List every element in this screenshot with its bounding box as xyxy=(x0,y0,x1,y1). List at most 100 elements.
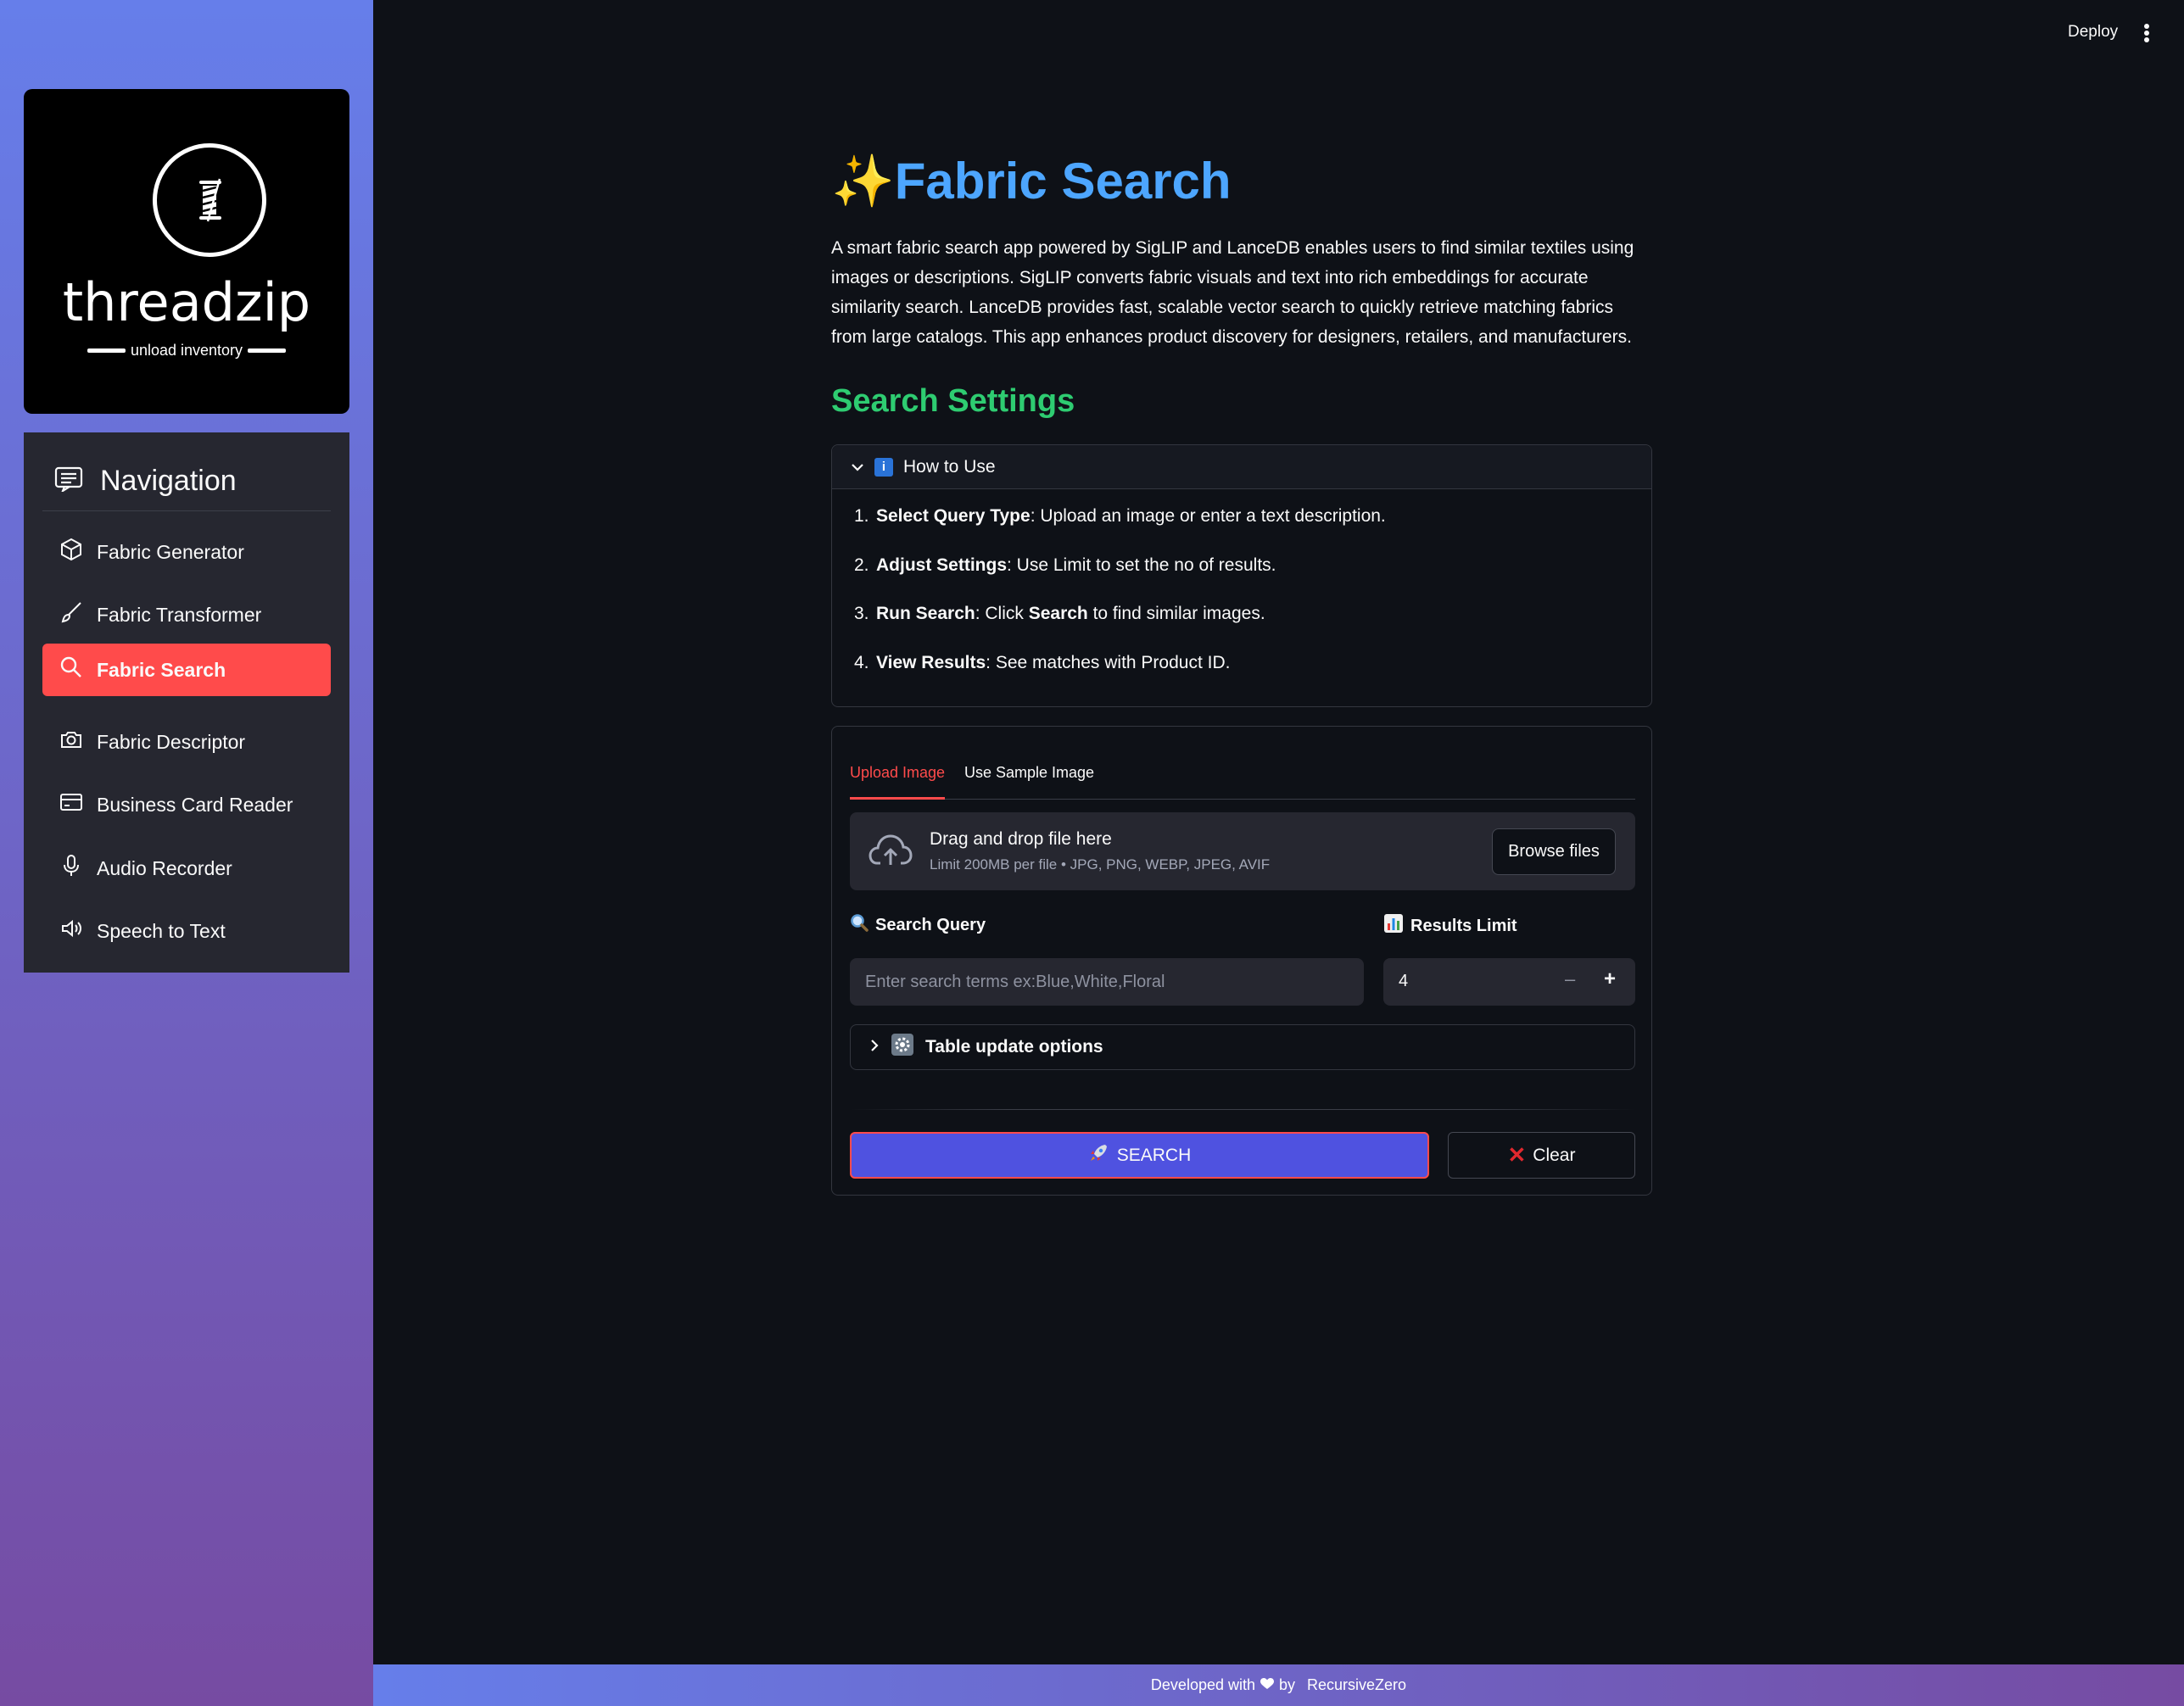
step-title: Run Search xyxy=(876,604,975,623)
page-title: ✨ Fabric Search xyxy=(831,151,1232,211)
sidebar: threadzip unload inventory Navigation Fa… xyxy=(0,0,373,1706)
camera-icon xyxy=(59,728,83,756)
list-item: 1. Select Query Type : Upload an image o… xyxy=(854,506,1651,555)
bar-chart-icon xyxy=(1383,913,1404,939)
step-title: Adjust Settings xyxy=(876,555,1008,575)
file-dropzone[interactable]: Drag and drop file here Limit 200MB per … xyxy=(850,812,1635,890)
search-input[interactable] xyxy=(850,958,1364,1006)
step-number: 1. xyxy=(854,506,869,526)
logo-tagline: unload inventory xyxy=(130,342,243,359)
navigation-menu: Navigation Fabric Generator Fabric Trans… xyxy=(24,432,349,973)
magnifier-icon xyxy=(850,913,869,937)
how-to-use-steps: 1. Select Query Type : Upload an image o… xyxy=(832,489,1651,701)
list-item: 4. View Results : See matches with Produ… xyxy=(854,653,1651,702)
footer-by: by xyxy=(1279,1676,1296,1693)
chevron-down-icon xyxy=(851,457,864,477)
sidebar-item-business-card-reader[interactable]: Business Card Reader xyxy=(42,778,331,831)
gear-icon xyxy=(891,1034,913,1061)
footer-author-link[interactable]: RecursiveZero xyxy=(1307,1676,1406,1694)
sidebar-item-label: Fabric Transformer xyxy=(97,603,262,626)
step-number: 3. xyxy=(854,604,869,623)
list-item: 3. Run Search : Click Search to find sim… xyxy=(854,604,1651,653)
results-limit-label-text: Results Limit xyxy=(1410,916,1517,935)
logo: threadzip unload inventory xyxy=(24,89,349,414)
step-text: : See matches with Product ID. xyxy=(986,652,1231,672)
thread-spool-icon xyxy=(153,143,266,257)
how-to-use-header[interactable]: i How to Use xyxy=(832,445,1651,489)
more-options-icon[interactable] xyxy=(2142,22,2151,48)
intro-text: A smart fabric search app powered by Sig… xyxy=(831,238,1634,347)
list-item: 2. Adjust Settings : Use Limit to set th… xyxy=(854,555,1651,605)
step-title: Select Query Type xyxy=(876,506,1031,526)
sidebar-item-label: Fabric Search xyxy=(97,658,226,681)
deploy-button[interactable]: Deploy xyxy=(2068,23,2118,42)
microphone-icon xyxy=(59,854,83,883)
results-limit-label: Results Limit xyxy=(1383,913,1517,939)
search-settings-heading: Search Settings xyxy=(831,383,1075,419)
step-text: : Use Limit to set the no of results. xyxy=(1007,555,1276,575)
tagline-divider xyxy=(248,348,287,353)
search-query-label: Search Query xyxy=(850,913,986,937)
sidebar-item-label: Fabric Generator xyxy=(97,540,244,563)
search-query-label-text: Search Query xyxy=(875,915,986,934)
tagline-divider xyxy=(87,348,126,353)
dropzone-subtitle: Limit 200MB per file • JPG, PNG, WEBP, J… xyxy=(930,856,1271,873)
clear-button[interactable]: ✕ Clear xyxy=(1448,1132,1635,1179)
step-title: View Results xyxy=(876,652,986,672)
sidebar-item-label: Audio Recorder xyxy=(97,856,232,879)
sidebar-item-label: Fabric Descriptor xyxy=(97,730,246,753)
sidebar-item-fabric-generator[interactable]: Fabric Generator xyxy=(42,526,331,578)
nav-title: Navigation xyxy=(100,464,237,497)
logo-name: threadzip xyxy=(62,271,311,333)
sidebar-item-label: Speech to Text xyxy=(97,919,226,942)
speaker-icon xyxy=(59,917,83,945)
heart-icon xyxy=(1260,1676,1274,1694)
cross-mark-icon: ✕ xyxy=(1507,1142,1527,1168)
chevron-right-icon xyxy=(869,1037,880,1057)
step-text: : Click xyxy=(975,604,1029,623)
step-text: : Upload an image or enter a text descri… xyxy=(1030,506,1386,526)
menu-card-icon xyxy=(54,466,83,496)
sidebar-item-fabric-search[interactable]: Fabric Search xyxy=(42,644,331,696)
step-number: 4. xyxy=(854,652,869,672)
info-icon: i xyxy=(874,457,893,477)
sidebar-item-label: Business Card Reader xyxy=(97,793,293,816)
clear-button-label: Clear xyxy=(1533,1145,1576,1165)
cloud-upload-icon xyxy=(869,833,913,873)
nav-header: Navigation xyxy=(42,451,331,511)
tab-upload-image[interactable]: Upload Image xyxy=(850,749,946,800)
browse-files-button[interactable]: Browse files xyxy=(1492,828,1616,875)
tab-use-sample-image[interactable]: Use Sample Image xyxy=(964,749,1094,800)
results-limit-value[interactable]: 4 xyxy=(1399,972,1408,991)
sidebar-item-fabric-transformer[interactable]: Fabric Transformer xyxy=(42,588,331,641)
increment-button[interactable]: + xyxy=(1604,967,1616,991)
brush-icon xyxy=(59,600,83,629)
table-update-options-label: Table update options xyxy=(925,1037,1103,1056)
divider xyxy=(850,1109,1635,1110)
cube-icon xyxy=(59,538,83,566)
sidebar-item-fabric-descriptor[interactable]: Fabric Descriptor xyxy=(42,716,331,768)
how-to-use-title: How to Use xyxy=(903,456,996,477)
search-icon xyxy=(59,655,83,684)
logo-tagline-row: unload inventory xyxy=(24,342,349,360)
sparkles-icon: ✨ xyxy=(831,153,895,209)
step-emphasis: Search xyxy=(1028,604,1088,623)
footer: Developed with by RecursiveZero xyxy=(373,1664,2184,1706)
step-number: 2. xyxy=(854,555,869,575)
how-to-use-expander: i How to Use 1. Select Query Type : Uplo… xyxy=(831,444,1652,707)
query-type-tabs: Upload Image Use Sample Image xyxy=(850,749,1635,800)
sidebar-item-speech-to-text[interactable]: Speech to Text xyxy=(42,905,331,957)
card-icon xyxy=(59,790,83,819)
results-limit-stepper[interactable]: 4 – + xyxy=(1383,958,1635,1006)
step-text: to find similar images. xyxy=(1087,604,1265,623)
search-form-card: Upload Image Use Sample Image Drag and d… xyxy=(831,726,1652,1196)
search-button[interactable]: SEARCH xyxy=(850,1132,1429,1179)
rocket-icon xyxy=(1088,1143,1109,1168)
dropzone-title: Drag and drop file here xyxy=(930,829,1112,849)
decrement-button[interactable]: – xyxy=(1565,968,1575,990)
footer-prefix: Developed with xyxy=(1150,1676,1255,1693)
sidebar-item-audio-recorder[interactable]: Audio Recorder xyxy=(42,842,331,895)
search-button-label: SEARCH xyxy=(1116,1145,1192,1165)
table-update-options-expander[interactable]: Table update options xyxy=(850,1024,1635,1070)
page-title-text: Fabric Search xyxy=(894,153,1232,209)
